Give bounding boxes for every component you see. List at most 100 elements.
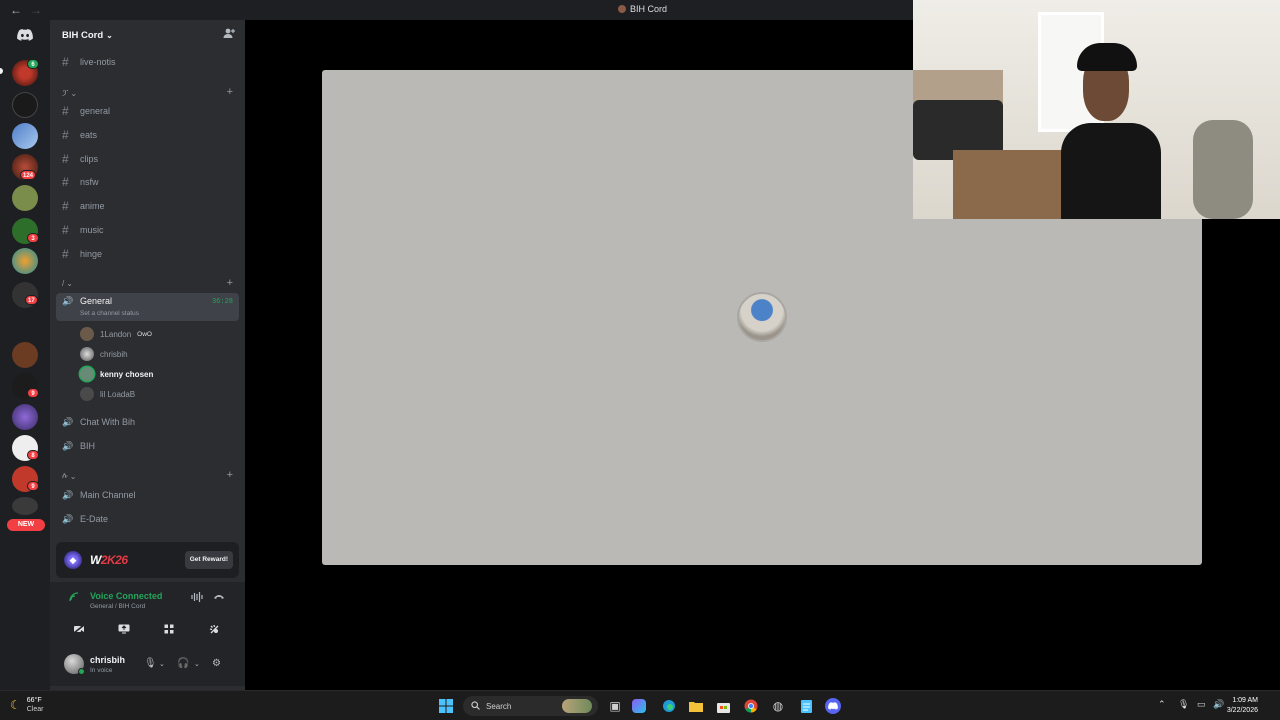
avatar xyxy=(80,327,94,341)
search-highlight-image xyxy=(562,699,592,713)
add-channel-icon[interactable]: + xyxy=(227,86,233,98)
channel-label: hinge xyxy=(80,249,103,259)
promo-banner[interactable]: ◆ W2K26 Get Reward! xyxy=(56,542,239,578)
chevron-up-icon[interactable]: ⌃ xyxy=(1158,699,1166,710)
category-header[interactable]: ፓ ⌄ xyxy=(62,88,77,98)
voice-user[interactable]: lil LoadaB xyxy=(80,385,135,403)
channel-anime[interactable]: # anime xyxy=(56,196,239,216)
add-channel-icon[interactable]: + xyxy=(227,277,233,289)
weather-text: 66°F Clear xyxy=(27,696,44,714)
microphone-icon[interactable]: 🎙 xyxy=(1178,699,1189,710)
voice-user[interactable]: kenny chosen xyxy=(80,365,153,383)
chevron-down-icon[interactable]: ⌄ xyxy=(194,660,200,668)
webcam-overlay xyxy=(913,0,1280,219)
channel-live-notis[interactable]: # live-notis xyxy=(56,52,239,72)
server-icon[interactable] xyxy=(12,342,38,368)
chevron-down-icon: ⌄ xyxy=(66,279,73,288)
headphones-icon[interactable]: 🎧 xyxy=(177,658,189,669)
voice-channel-bih[interactable]: 🔊 BIH xyxy=(56,436,239,456)
voice-channel-general[interactable]: 🔊 General 36:28 Set a channel status xyxy=(56,293,239,321)
windows-start-icon[interactable] xyxy=(437,697,455,715)
participant-avatar xyxy=(737,292,787,342)
search-placeholder: Search xyxy=(486,701,512,711)
hash-icon: # xyxy=(62,199,69,213)
edge-icon[interactable] xyxy=(660,697,678,715)
channel-label: live-notis xyxy=(80,57,116,67)
back-arrow-icon[interactable]: ← xyxy=(10,3,22,17)
channel-general[interactable]: # general xyxy=(56,101,239,121)
user-panel: chrisbih In voice 🎙 ⌄ 🎧 ⌄ ⚙ xyxy=(50,646,245,686)
search-icon xyxy=(471,700,480,712)
chrome-icon[interactable] xyxy=(742,697,760,715)
server-icon[interactable] xyxy=(12,312,38,338)
webcam-table xyxy=(953,150,1063,219)
voice-user-name: 1Landon xyxy=(100,329,132,339)
discord-home-icon[interactable] xyxy=(12,24,38,46)
channel-label: General xyxy=(80,296,113,306)
badge: 3 xyxy=(27,233,39,243)
server-icon[interactable] xyxy=(12,92,38,118)
volume-icon[interactable]: 🔊 xyxy=(1213,699,1224,710)
person-add-icon[interactable] xyxy=(223,28,235,42)
channel-label: clips xyxy=(80,154,99,164)
task-view-icon[interactable]: ▣ xyxy=(606,697,624,715)
chevron-down-icon: ⌄ xyxy=(70,88,78,98)
disconnect-icon[interactable] xyxy=(213,592,225,605)
server-icon[interactable] xyxy=(12,404,38,430)
discord-taskbar-icon[interactable] xyxy=(825,698,841,714)
server-icon[interactable] xyxy=(12,248,38,274)
network-icon[interactable]: ▭ xyxy=(1197,699,1206,710)
voice-user[interactable]: 1Landon OwO xyxy=(80,325,152,343)
server-icon[interactable] xyxy=(12,185,38,211)
forward-arrow-icon[interactable]: → xyxy=(30,3,42,17)
voice-channel-main[interactable]: 🔊 Main Channel xyxy=(56,485,239,505)
channel-hinge[interactable]: # hinge xyxy=(56,244,239,264)
channel-clips[interactable]: # clips xyxy=(56,149,239,169)
chevron-down-icon[interactable]: ⌄ xyxy=(159,660,165,668)
camera-off-icon[interactable] xyxy=(60,618,98,640)
weather-widget[interactable]: ☾ 66°F Clear xyxy=(10,696,44,714)
badge: 8 xyxy=(27,450,39,460)
hash-icon: # xyxy=(62,247,69,261)
speaker-icon: 🔊 xyxy=(62,296,74,306)
app-icon[interactable]: ◍ xyxy=(769,697,787,715)
channel-music[interactable]: # music xyxy=(56,220,239,240)
voice-connected-title[interactable]: Voice Connected xyxy=(90,591,162,601)
store-icon[interactable] xyxy=(714,697,732,715)
category-header[interactable]: / ⌄ xyxy=(62,279,73,288)
taskbar-search[interactable]: Search xyxy=(463,696,598,716)
notepad-icon[interactable] xyxy=(797,697,815,715)
channel-status[interactable]: Set a channel status xyxy=(80,310,139,317)
channel-label: music xyxy=(80,225,104,235)
signal-icon[interactable] xyxy=(69,592,79,605)
voice-channel-e-date[interactable]: 🔊 E-Date xyxy=(56,509,239,529)
webcam-person-body xyxy=(1061,123,1161,219)
copilot-icon[interactable] xyxy=(632,699,646,713)
noise-suppression-icon[interactable] xyxy=(191,592,203,605)
microphone-icon[interactable]: 🎙 xyxy=(144,658,157,669)
speaker-icon: 🔊 xyxy=(62,416,74,427)
voice-user[interactable]: chrisbih xyxy=(80,345,128,363)
hash-icon: # xyxy=(62,223,69,237)
chevron-down-icon: ⌄ xyxy=(69,471,77,481)
unread-indicator xyxy=(0,68,3,74)
voice-connected-subtitle[interactable]: General / BIH Cord xyxy=(90,603,145,610)
server-header[interactable]: BIH Cord ⌄ xyxy=(50,20,245,50)
gear-icon[interactable]: ⚙ xyxy=(212,658,221,669)
server-icon[interactable] xyxy=(12,123,38,149)
channel-label: Main Channel xyxy=(80,490,136,500)
call-timer: 36:28 xyxy=(211,298,233,306)
category-header[interactable]: ሉ ⌄ xyxy=(62,471,76,481)
channel-eats[interactable]: # eats xyxy=(56,125,239,145)
activities-icon[interactable] xyxy=(150,618,188,640)
system-clock[interactable]: 1:09 AM 3/22/2026 xyxy=(1227,696,1258,716)
get-reward-button[interactable]: Get Reward! xyxy=(184,551,233,569)
server-icon[interactable] xyxy=(12,497,38,515)
soundboard-icon[interactable] xyxy=(195,618,233,640)
add-channel-icon[interactable]: + xyxy=(227,469,233,481)
user-name[interactable]: chrisbih xyxy=(90,655,125,665)
file-explorer-icon[interactable] xyxy=(687,697,705,715)
voice-channel-chat-with-bih[interactable]: 🔊 Chat With Bih xyxy=(56,412,239,432)
channel-nsfw[interactable]: # nsfw xyxy=(56,172,239,192)
screen-share-icon[interactable] xyxy=(105,618,143,640)
